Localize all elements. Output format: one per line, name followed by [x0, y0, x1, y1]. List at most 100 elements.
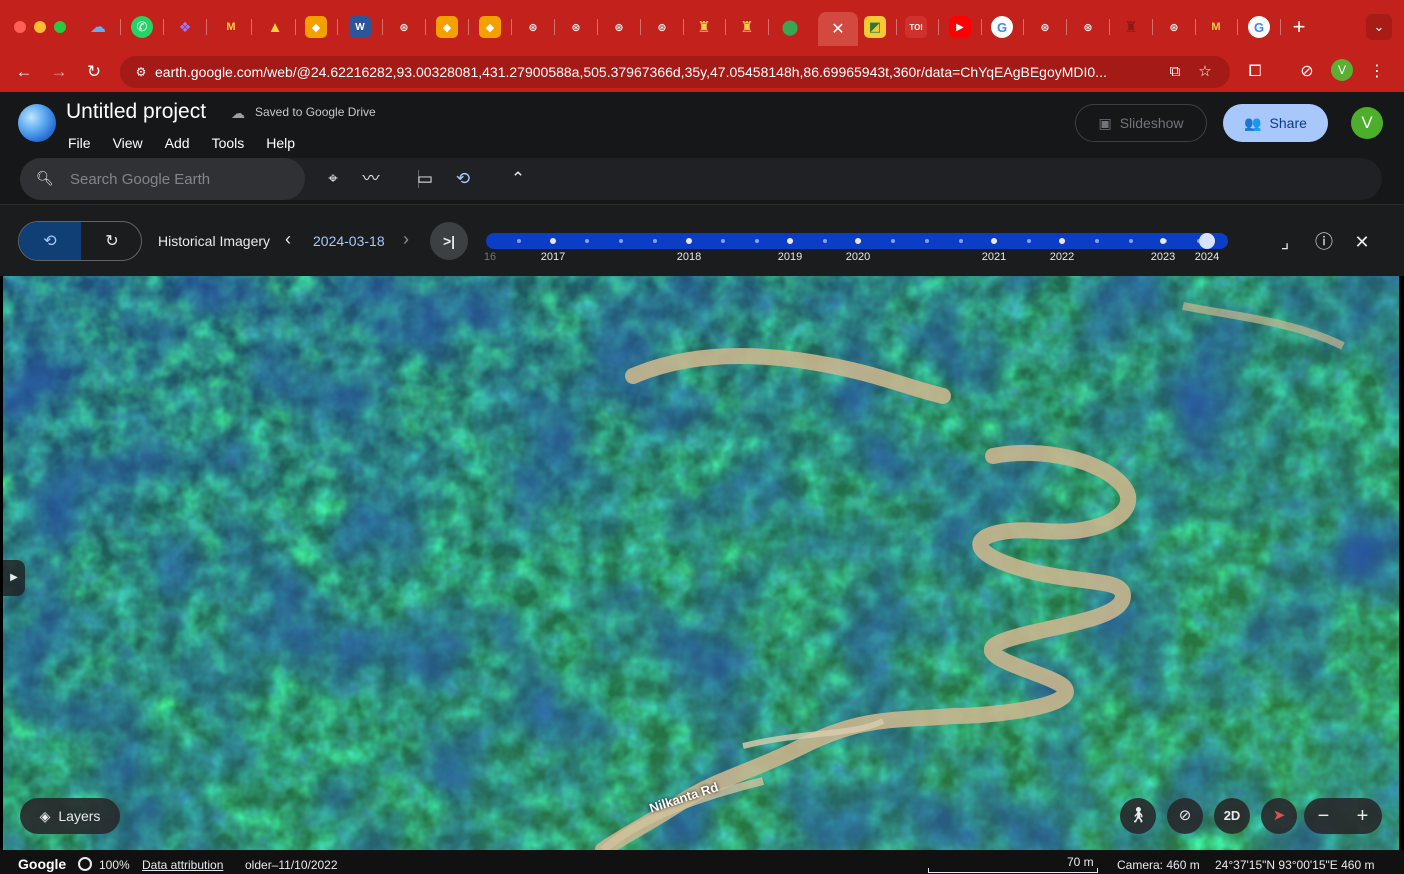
tab-google-icon[interactable]: G — [1248, 16, 1270, 38]
tab-youtube-icon[interactable]: ▶ — [949, 16, 971, 38]
back-button[interactable]: ← — [10, 58, 38, 86]
measure-ruler-icon[interactable]: ▭ — [412, 166, 438, 192]
reload-button[interactable]: ↻ — [80, 58, 108, 86]
timeline-year-marker[interactable] — [787, 238, 793, 244]
tab-whatsapp-icon[interactable]: ✆ — [131, 16, 153, 38]
tab-chatgpt-icon[interactable]: ⊛ — [1163, 16, 1185, 38]
timeline-tick[interactable] — [1129, 239, 1133, 243]
timeline-year-marker[interactable] — [1059, 238, 1065, 244]
tab-google-maps-icon[interactable]: ⬤ — [779, 16, 801, 38]
side-panel-toggle-icon[interactable]: ▶ — [3, 560, 25, 596]
site-settings-icon[interactable]: ⚙ — [132, 63, 150, 81]
tab-gmail-icon[interactable]: M — [220, 16, 242, 38]
window-zoom-button[interactable] — [54, 21, 66, 33]
satellite-map-view[interactable] — [3, 276, 1399, 850]
location-off-icon[interactable]: ⊘ — [1167, 798, 1203, 834]
address-bar[interactable]: ⚙ earth.google.com/web/@24.62216282,93.0… — [120, 56, 1230, 88]
tab-app-icon[interactable]: ◆ — [305, 16, 327, 38]
install-app-icon[interactable]: ⧉ — [1164, 61, 1186, 83]
compass-icon[interactable]: ➤ — [1261, 798, 1297, 834]
toggle-2d-button[interactable]: 2D — [1214, 798, 1250, 834]
browser-menu-icon[interactable]: ⋮ — [1363, 58, 1391, 86]
extensions-icon[interactable]: ⧠ — [1241, 58, 1269, 86]
timeline-tick[interactable] — [891, 239, 895, 243]
search-box[interactable]: 🔍︎ — [20, 158, 305, 200]
timeline-tick[interactable] — [619, 239, 623, 243]
project-title[interactable]: Untitled project — [66, 100, 206, 124]
browser-profile-avatar[interactable]: V — [1331, 59, 1353, 81]
tab-onedrive-icon[interactable]: ☁ — [87, 16, 109, 38]
tab-word-icon[interactable]: W — [349, 16, 371, 38]
timeline-tick[interactable] — [721, 239, 725, 243]
tab-chatgpt-icon[interactable]: ⊛ — [565, 16, 587, 38]
imagery-timeline-slider[interactable] — [486, 233, 1228, 249]
tab-search-button[interactable]: ⌄ — [1366, 14, 1392, 40]
menu-help[interactable]: Help — [266, 135, 295, 151]
timeline-tick[interactable] — [823, 239, 827, 243]
layers-button[interactable]: ◈ Layers — [20, 798, 120, 834]
data-attribution-link[interactable]: Data attribution — [142, 858, 223, 872]
tab-google-drive-icon[interactable]: ▲ — [264, 16, 286, 38]
timeline-year-marker[interactable] — [1160, 238, 1166, 244]
historical-imagery-toggle-icon[interactable]: ⟲ — [19, 222, 81, 260]
zoom-in-button[interactable]: + — [1343, 798, 1382, 834]
timeline-tick[interactable] — [585, 239, 589, 243]
tab-chatgpt-icon[interactable]: ⊛ — [1077, 16, 1099, 38]
tab-app-icon[interactable]: ◆ — [436, 16, 458, 38]
search-input[interactable] — [70, 162, 295, 196]
extension-icon[interactable]: ⊘ — [1293, 58, 1321, 86]
timeline-year-marker[interactable] — [686, 238, 692, 244]
tab-google-icon[interactable]: G — [991, 16, 1013, 38]
current-imagery-toggle-icon[interactable]: ↻ — [81, 222, 141, 260]
timeline-tick[interactable] — [925, 239, 929, 243]
menu-file[interactable]: File — [68, 135, 91, 151]
timeline-year-marker[interactable] — [991, 238, 997, 244]
collapse-chevron-up-icon[interactable]: ⌃ — [505, 166, 531, 192]
window-close-button[interactable] — [14, 21, 26, 33]
tab-emblem-icon[interactable]: ♜ — [693, 16, 715, 38]
next-date-chevron-icon[interactable]: › — [403, 229, 409, 250]
tab-emblem-icon[interactable]: ♜ — [736, 16, 758, 38]
skip-to-latest-button[interactable]: >| — [430, 222, 468, 260]
timeline-year-marker[interactable] — [855, 238, 861, 244]
tab-chatgpt-icon[interactable]: ⊛ — [522, 16, 544, 38]
historical-imagery-icon[interactable]: ⟲ — [450, 166, 476, 192]
menu-view[interactable]: View — [113, 135, 143, 151]
draw-path-icon[interactable]: 〰 — [358, 166, 384, 192]
tab-app-icon[interactable]: ◆ — [479, 16, 501, 38]
imagery-date[interactable]: 2024-03-18 — [313, 233, 385, 249]
placemark-icon[interactable]: ⌖ — [320, 166, 346, 192]
timeline-tick[interactable] — [755, 239, 759, 243]
window-minimize-button[interactable] — [34, 21, 46, 33]
active-tab-close-icon[interactable]: ✕ — [818, 12, 858, 46]
menu-tools[interactable]: Tools — [212, 135, 245, 151]
timeline-tick[interactable] — [959, 239, 963, 243]
tab-chatgpt-icon[interactable]: ⊛ — [1034, 16, 1056, 38]
timeline-tick[interactable] — [653, 239, 657, 243]
timeline-tick[interactable] — [1095, 239, 1099, 243]
slideshow-button[interactable]: ▣ Slideshow — [1075, 104, 1207, 142]
forward-button[interactable]: → — [45, 58, 73, 86]
tab-emblem-icon[interactable]: ♜ — [1120, 16, 1142, 38]
account-avatar[interactable]: V — [1351, 107, 1383, 139]
new-tab-button[interactable]: + — [1288, 14, 1310, 40]
url-text[interactable]: earth.google.com/web/@24.62216282,93.003… — [155, 64, 1165, 80]
zoom-out-button[interactable]: − — [1304, 798, 1343, 834]
collapse-icon[interactable]: ⌟ — [1272, 229, 1298, 255]
timeline-year-marker[interactable] — [550, 238, 556, 244]
tab-google-maps-icon[interactable]: ◩ — [864, 16, 886, 38]
bookmark-star-icon[interactable]: ☆ — [1194, 61, 1216, 83]
timeline-handle[interactable] — [1199, 233, 1215, 249]
street-view-pegman-icon[interactable]: 🚶︎ — [1120, 798, 1156, 834]
tab-toi-icon[interactable]: TOI — [905, 16, 927, 38]
tab-teams-icon[interactable]: ❖ — [174, 16, 196, 38]
timeline-tick[interactable] — [517, 239, 521, 243]
tab-chatgpt-icon[interactable]: ⊛ — [393, 16, 415, 38]
help-icon[interactable]: ⓘ — [1311, 229, 1337, 255]
close-icon[interactable]: ✕ — [1349, 229, 1375, 255]
timeline-tick[interactable] — [1027, 239, 1031, 243]
tab-chatgpt-icon[interactable]: ⊛ — [651, 16, 673, 38]
previous-date-chevron-icon[interactable]: ‹ — [285, 229, 291, 250]
share-button[interactable]: 👥 Share — [1223, 104, 1328, 142]
menu-add[interactable]: Add — [165, 135, 190, 151]
